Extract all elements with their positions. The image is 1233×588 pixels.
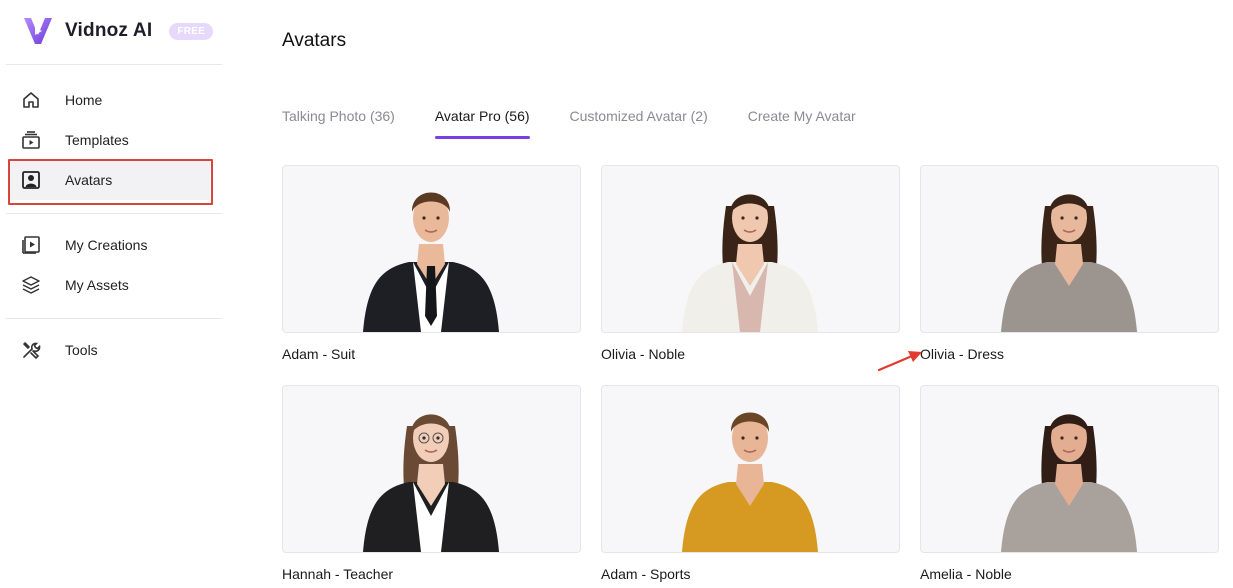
sidebar-item-templates[interactable]: Templates: [10, 120, 210, 160]
templates-icon: [20, 129, 42, 151]
avatar-name: Olivia - Dress: [920, 346, 1005, 362]
home-icon: [20, 89, 42, 111]
tab-create-my-avatar[interactable]: Create My Avatar: [748, 108, 856, 140]
sidebar-item-home[interactable]: Home: [10, 80, 210, 120]
sidebar-item-label: Templates: [65, 132, 129, 148]
sidebar-item-label: Home: [65, 92, 103, 108]
sidebar-divider: [6, 64, 222, 65]
avatar-card-adam-sports[interactable]: Adam - Sports: [601, 385, 900, 582]
sidebar-divider: [6, 318, 222, 319]
avatar-name: Olivia - Noble: [601, 346, 686, 362]
brand-name: Vidnoz AI: [65, 20, 153, 41]
avatar-card-olivia-dress[interactable]: Olivia - Dress: [920, 165, 1219, 362]
avatar-portrait: [682, 194, 818, 332]
avatar-portrait: [1001, 414, 1137, 552]
sidebar-item-tools[interactable]: Tools: [10, 330, 210, 370]
tab-customized-avatar[interactable]: Customized Avatar (2): [570, 108, 708, 140]
avatar-name: Adam - Sports: [601, 566, 691, 582]
play-icon: [20, 234, 42, 256]
avatar-card-adam-suit[interactable]: Adam - Suit: [282, 165, 581, 362]
avatar-name: Adam - Suit: [282, 346, 356, 362]
avatar-thumbnail: [601, 165, 900, 333]
tools-icon: [20, 339, 42, 361]
avatar-thumbnail: [601, 385, 900, 553]
sidebar-item-avatars[interactable]: Avatars: [10, 160, 210, 200]
plan-badge: FREE: [169, 22, 214, 40]
brand[interactable]: Vidnoz AI FREE: [22, 14, 214, 48]
avatar-portrait: [363, 414, 499, 552]
avatar-card-olivia-noble[interactable]: Olivia - Noble: [601, 165, 900, 362]
avatar-portrait: [363, 192, 499, 332]
layers-icon: [20, 274, 42, 296]
tab-talking-photo[interactable]: Talking Photo (36): [282, 108, 395, 140]
sidebar-item-label: Tools: [65, 342, 98, 358]
avatar-name: Hannah - Teacher: [282, 566, 394, 582]
avatar-portrait: [1001, 194, 1137, 332]
avatar-thumbnail: [282, 165, 581, 333]
vidnoz-logo-icon: [24, 18, 52, 44]
sidebar-divider: [6, 213, 222, 214]
red-arrow-annotation: [877, 351, 922, 372]
tab-avatar-pro[interactable]: Avatar Pro (56): [434, 108, 530, 140]
avatar-name: Amelia - Noble: [920, 566, 1012, 582]
avatar-thumbnail: [920, 385, 1219, 553]
avatar-thumbnail: [920, 165, 1219, 333]
avatar-icon: [20, 169, 42, 191]
sidebar-item-label: Avatars: [65, 172, 113, 188]
avatar-card-hannah-teacher[interactable]: Hannah - Teacher: [282, 385, 581, 582]
page-title: Avatars: [282, 30, 347, 51]
avatar-tabs: Talking Photo (36) Avatar Pro (56) Custo…: [282, 108, 896, 140]
avatar-card-amelia-noble[interactable]: Amelia - Noble: [920, 385, 1219, 582]
sidebar-item-label: My Assets: [65, 277, 129, 293]
avatar-portrait: [682, 412, 818, 552]
sidebar-item-label: My Creations: [65, 237, 148, 253]
avatar-thumbnail: [282, 385, 581, 553]
sidebar: Vidnoz AI FREE Home Templates Avatars My…: [0, 0, 228, 588]
sidebar-item-my-assets[interactable]: My Assets: [10, 265, 210, 305]
sidebar-item-my-creations[interactable]: My Creations: [10, 225, 210, 265]
